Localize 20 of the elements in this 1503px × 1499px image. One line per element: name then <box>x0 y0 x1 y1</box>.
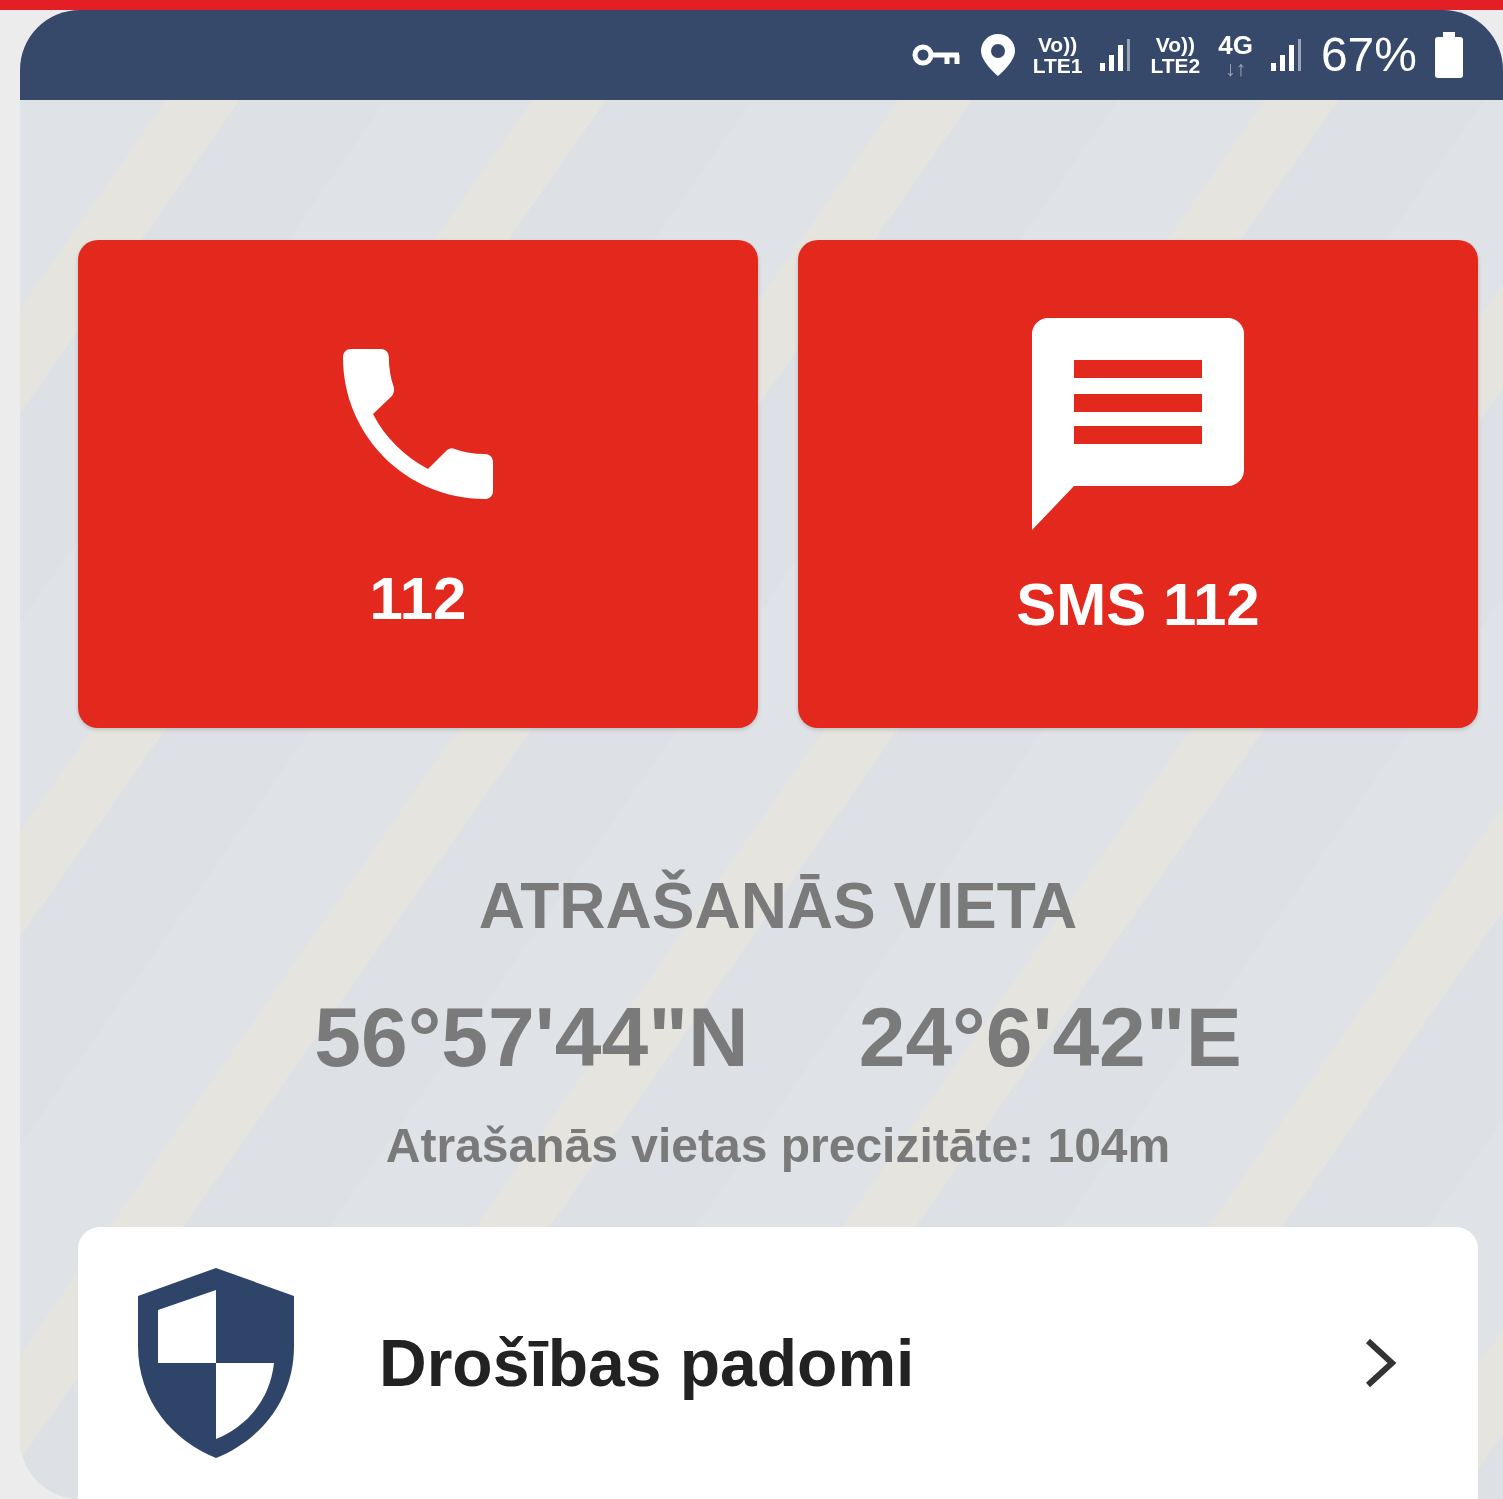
signal-icon <box>1270 39 1303 71</box>
shield-icon <box>138 1268 294 1458</box>
message-icon <box>1032 318 1244 530</box>
call-button[interactable]: 112 <box>78 240 758 728</box>
data-arrows: ↓↑ <box>1225 57 1247 79</box>
battery-icon <box>1435 32 1463 78</box>
longitude-text: 24°6'42"E <box>858 989 1242 1086</box>
sms-button[interactable]: SMS 112 <box>798 240 1478 728</box>
sim-label: LTE1 <box>1032 55 1083 76</box>
battery-percent: 67% <box>1320 27 1417 83</box>
location-heading: ATRAŠANĀS VIETA <box>477 868 1079 944</box>
location-pin-icon <box>980 34 1015 76</box>
sim-label: LTE2 <box>1150 55 1201 76</box>
volte-label: Vo)) <box>1037 34 1078 55</box>
latitude-text: 56°57'44"N <box>314 989 749 1086</box>
signal-icon <box>1100 39 1133 71</box>
safety-tips-card[interactable]: Drošības padomi <box>78 1227 1478 1499</box>
network-type-label: 4G <box>1218 31 1253 58</box>
accuracy-text: Atrašanās vietas precizitāte: 104m <box>384 1118 1172 1174</box>
volte-label: Vo)) <box>1155 34 1195 55</box>
